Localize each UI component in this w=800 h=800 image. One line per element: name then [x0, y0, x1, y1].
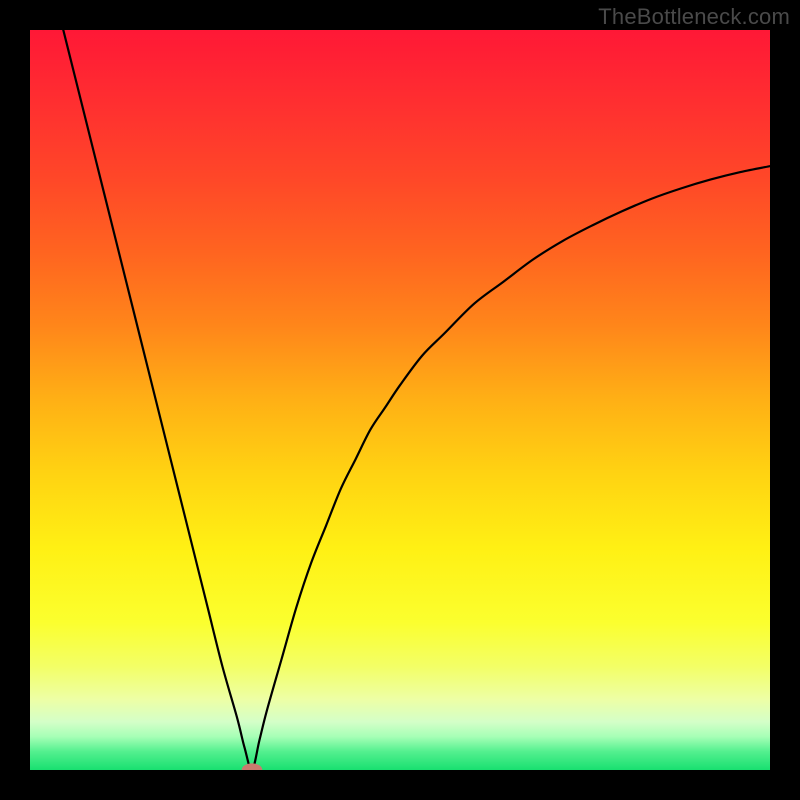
plot-area — [30, 30, 770, 770]
gradient-background — [30, 30, 770, 770]
chart-svg — [30, 30, 770, 770]
watermark-text: TheBottleneck.com — [598, 4, 790, 30]
chart-frame: TheBottleneck.com — [0, 0, 800, 800]
